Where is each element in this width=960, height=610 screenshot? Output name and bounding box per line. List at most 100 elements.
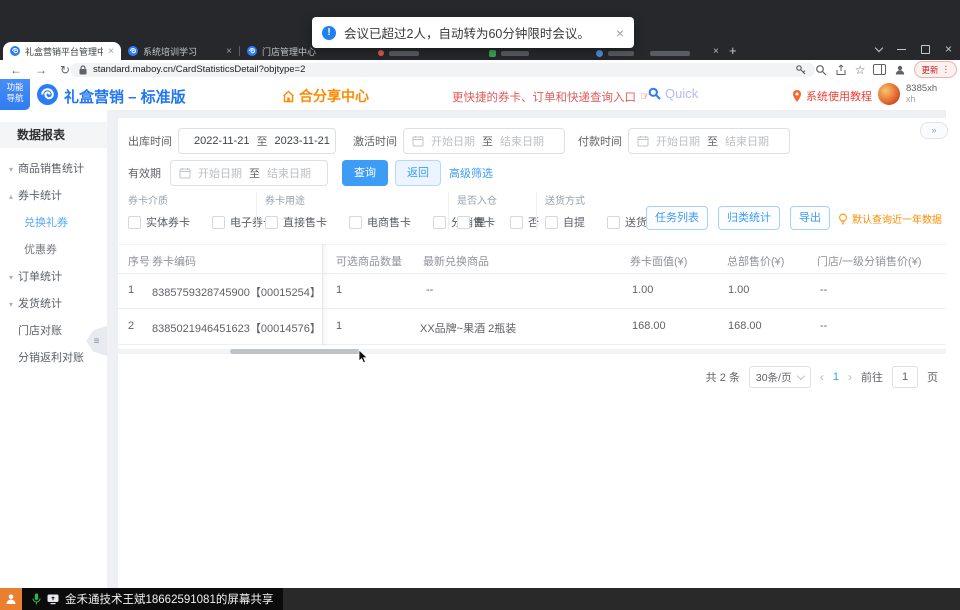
prev-page-button[interactable]: ‹ [820, 370, 824, 384]
filter-label: 出库时间 [128, 136, 172, 148]
date-range-activation[interactable]: 开始日期 至 结束日期 [403, 128, 565, 154]
calendar-icon [179, 168, 191, 179]
checkbox-no[interactable]: 否 [510, 214, 539, 230]
date-range-payment[interactable]: 开始日期 至 结束日期 [628, 128, 790, 154]
date-range-outbound[interactable]: 2022-11-21 至 2023-11-21 [178, 128, 336, 154]
classify-stats-button[interactable]: 归类统计 [718, 206, 780, 230]
lock-icon [79, 64, 87, 74]
search-button[interactable]: 查询 [342, 160, 388, 186]
sidebar-item-order-stats[interactable]: ▾ 订单统计 [0, 264, 107, 291]
tab-title: 礼盒营销平台管理中心 [25, 46, 104, 57]
next-page-button[interactable]: › [848, 370, 852, 384]
page-size-select[interactable]: 30条/页 [748, 366, 811, 388]
tutorial-link[interactable]: 系统使用教程 [792, 88, 872, 104]
tab-close-icon[interactable]: × [108, 46, 114, 57]
quick-entry-link[interactable]: 更快捷的券卡、订单和快递查询入口 ☞ [452, 89, 650, 105]
function-nav-button[interactable]: 功能 导航 [0, 79, 30, 110]
microphone-icon[interactable] [32, 593, 41, 605]
checkbox-direct-sale[interactable]: 直接售卡 [265, 214, 327, 230]
side-panel-icon[interactable] [873, 64, 887, 75]
checkbox-self-pickup[interactable]: 自提 [545, 214, 585, 230]
toast-message: 会议已超过2人，自动转为60分钟限时会议。 [344, 27, 590, 41]
chrome-update-button[interactable]: 更新 ⋮ [914, 61, 957, 78]
horizontal-scrollbar-thumb[interactable] [230, 349, 360, 354]
checkbox-icon [510, 215, 523, 229]
screen-share-icon [47, 594, 59, 604]
warehouse-icon [283, 90, 294, 102]
checkbox-yes[interactable]: 是 [457, 214, 486, 230]
export-button[interactable]: 导出 [790, 206, 830, 230]
goto-page-input[interactable] [892, 366, 918, 388]
obscured-tab-text [501, 51, 529, 56]
minimize-icon[interactable] [896, 48, 906, 50]
sidebar-item-rebate-reconciliation[interactable]: 分销返利对账 [0, 345, 107, 372]
chevron-down-icon: ▾ [9, 165, 14, 174]
calendar-icon [412, 136, 424, 147]
col-face-value: 券卡面值(¥) [630, 256, 688, 268]
share-icon[interactable] [835, 64, 847, 76]
obscured-tab-text [608, 51, 634, 56]
screen-share-bar: 金禾通技术王斌18662591081的屏幕共享 [0, 588, 960, 610]
zoom-icon[interactable] [815, 64, 827, 76]
checkbox-icon [128, 215, 141, 229]
reload-icon[interactable]: ↻ [60, 63, 70, 77]
checkbox-delivery[interactable]: 送货 [607, 214, 647, 230]
sidebar-item-discount-coupon[interactable]: 优惠券 [0, 237, 107, 264]
vertical-scrollbar[interactable] [945, 110, 960, 588]
user-avatar[interactable] [878, 83, 900, 105]
brand-logo-icon [37, 84, 58, 105]
quick-search[interactable]: Quick [648, 86, 698, 101]
back-icon[interactable]: ← [10, 63, 22, 77]
col-store-price: 门店/一级分销售价(¥) [817, 256, 922, 268]
expand-toggle-button[interactable]: » [920, 122, 948, 139]
bookmark-star-icon[interactable]: ☆ [855, 63, 866, 77]
bulb-icon [838, 212, 848, 224]
profile-icon[interactable] [894, 64, 906, 76]
participants-button[interactable] [0, 588, 22, 610]
checkbox-physical-card[interactable]: 实体券卡 [128, 214, 190, 230]
date-range-validity[interactable]: 开始日期 至 结束日期 [170, 160, 328, 186]
col-qty: 可选商品数量 [336, 256, 402, 268]
sidebar-item-card-stats[interactable]: ▴ 券卡统计 [0, 183, 107, 210]
task-list-button[interactable]: 任务列表 [646, 206, 708, 230]
sidebar-item-exchange-coupon[interactable]: 兑换礼券 [0, 210, 107, 237]
sidebar-item-product-sales[interactable]: ▾ 商品销售统计 [0, 156, 107, 183]
group-card-usage: 券卡用途 直接售卡 电商售卡 分销售卡 [256, 192, 495, 230]
brand-title: 礼盒营销 – 标准版 [64, 89, 186, 106]
checkbox-icon [457, 215, 470, 229]
col-hq-price: 总部售价(¥) [727, 256, 785, 268]
share-center-link[interactable]: 合分享中心 [282, 86, 369, 106]
url-text: standard.maboy.cn/CardStatisticsDetail?o… [93, 64, 306, 75]
advanced-filter-link[interactable]: 高级筛选 [449, 165, 493, 181]
browser-tab[interactable]: 系统培训学习 × [121, 42, 239, 60]
toast-close-icon[interactable]: × [616, 25, 624, 41]
current-page[interactable]: 1 [833, 371, 839, 383]
maximize-icon[interactable] [920, 44, 930, 54]
sidebar-item-shipping-stats[interactable]: ▾ 发货统计 [0, 291, 107, 318]
filter-label: 激活时间 [353, 136, 397, 148]
tab-search-chevron-icon[interactable] [874, 43, 884, 52]
tab-close-icon[interactable]: × [226, 46, 232, 57]
pagination: 共 2 条 30条/页 ‹ 1 › 前往 页 [706, 366, 938, 388]
checkbox-icon [349, 215, 362, 229]
url-field[interactable]: standard.maboy.cn/CardStatisticsDetail?o… [70, 62, 815, 77]
menu-dots-icon: ⋮ [941, 64, 951, 74]
group-card-medium: 券卡介质 实体券卡 电子券卡 [128, 196, 274, 230]
tab-close-icon[interactable]: × [713, 46, 719, 57]
checkbox-ecommerce-sale[interactable]: 电商售卡 [349, 214, 411, 230]
back-button[interactable]: 返回 [395, 160, 441, 186]
page-unit: 页 [927, 372, 938, 384]
tab-favicon [128, 46, 138, 56]
key-icon[interactable] [795, 64, 807, 76]
new-tab-button[interactable]: + [729, 43, 737, 58]
sidebar: 数据报表 ▾ 商品销售统计 ▴ 券卡统计 兑换礼券 优惠券 ▾ 订单统计 ▾ 发… [0, 110, 107, 588]
forward-icon[interactable]: → [35, 63, 47, 77]
obscured-tab-favicon [489, 50, 496, 57]
browser-tab-active[interactable]: 礼盒营销平台管理中心 × [3, 42, 121, 60]
window-close-icon[interactable]: × [945, 43, 952, 55]
total-count: 共 2 条 [705, 372, 740, 384]
group-in-warehouse: 是否入仓 是 否 [448, 192, 539, 230]
sidebar-section-title: 数据报表 [0, 122, 107, 148]
window-controls: × [874, 43, 952, 55]
action-buttons: 任务列表 归类统计 导出 [646, 206, 830, 230]
